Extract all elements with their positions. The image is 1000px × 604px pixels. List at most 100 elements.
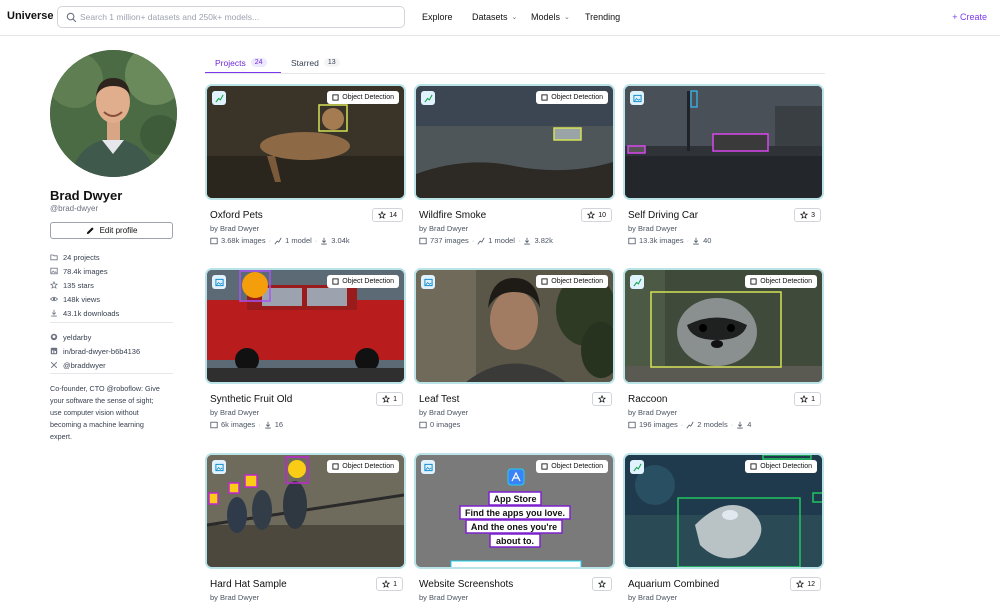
project-author: by Brad Dwyer: [628, 408, 678, 417]
project-thumbnail[interactable]: Object Detection: [623, 268, 824, 384]
bounding-box-icon: [750, 463, 757, 470]
plus-icon: +: [952, 12, 958, 22]
separator-dot: ·: [258, 420, 261, 429]
project-model-count: 1 model: [285, 236, 312, 245]
task-badge-label: Object Detection: [551, 463, 603, 470]
nav-trending-label: Trending: [585, 12, 621, 22]
image-icon: [210, 237, 218, 244]
nav-datasets[interactable]: Datasets ⌄: [472, 12, 517, 22]
star-button[interactable]: 1: [376, 392, 403, 406]
thumb-text: And the ones you're: [471, 522, 557, 532]
project-title[interactable]: Aquarium Combined: [628, 579, 719, 590]
stat-views-text: 148k views: [63, 294, 101, 304]
image-icon: [212, 460, 226, 474]
image-icon: [50, 267, 58, 275]
social-x[interactable]: @braddwyer: [50, 358, 140, 372]
edit-profile-button[interactable]: Edit profile: [50, 222, 173, 239]
project-meta: 737 images · 1 model · 3.82k: [419, 236, 553, 245]
project-title[interactable]: Self Driving Car: [628, 210, 698, 221]
tab-starred[interactable]: Starred 13: [291, 52, 340, 73]
project-thumbnail[interactable]: Object Detection: [414, 84, 615, 200]
nav-trending[interactable]: Trending: [585, 12, 620, 22]
project-author: by Brad Dwyer: [628, 593, 678, 602]
tab-projects[interactable]: Projects 24: [215, 52, 267, 73]
model-icon: [686, 421, 694, 428]
star-button[interactable]: 1: [794, 392, 821, 406]
bounding-box-icon: [332, 463, 339, 470]
project-thumbnail[interactable]: [623, 84, 824, 200]
stat-views: 148k views: [50, 292, 119, 306]
tabs-divider: [205, 73, 825, 74]
bounding-box-icon: [332, 94, 339, 101]
project-thumbnail[interactable]: Object Detection: [623, 453, 824, 569]
model-icon: [421, 91, 435, 105]
star-button[interactable]: 1: [376, 577, 403, 591]
task-badge: Object Detection: [745, 275, 817, 288]
social-x-text: @braddwyer: [63, 360, 106, 370]
star-count: 10: [598, 211, 606, 219]
nav-explore[interactable]: Explore: [422, 12, 453, 22]
tab-starred-label: Starred: [291, 57, 319, 68]
star-button[interactable]: [592, 577, 612, 591]
stat-projects: 24 projects: [50, 250, 119, 264]
nav-models[interactable]: Models ⌄: [531, 12, 570, 22]
project-title[interactable]: Synthetic Fruit Old: [210, 394, 292, 405]
chevron-down-icon: ⌄: [511, 14, 518, 21]
stat-stars-text: 135 stars: [63, 280, 94, 290]
project-title[interactable]: Wildfire Smoke: [419, 210, 486, 221]
project-image-count: 6k images: [221, 420, 256, 429]
eye-icon: [50, 296, 58, 302]
download-icon: [737, 421, 744, 428]
star-count: 1: [393, 395, 397, 403]
project-model-count: 2 models: [697, 420, 728, 429]
star-button[interactable]: 10: [581, 208, 612, 222]
profile-socials: yeldarby in/brad-dwyer-b6b4136 @braddwye…: [50, 330, 140, 372]
image-icon: [210, 421, 218, 428]
social-github[interactable]: yeldarby: [50, 330, 140, 344]
folder-icon: [50, 254, 58, 261]
nav-datasets-label: Datasets: [472, 12, 508, 22]
task-badge-label: Object Detection: [342, 94, 394, 101]
project-title[interactable]: Website Screenshots: [419, 579, 513, 590]
project-title[interactable]: Oxford Pets: [210, 210, 263, 221]
project-thumbnail[interactable]: Object Detection: [205, 268, 406, 384]
nav-models-label: Models: [531, 12, 561, 22]
project-thumbnail[interactable]: Object Detection: [205, 453, 406, 569]
project-thumbnail[interactable]: Object Detection: [205, 84, 406, 200]
search-box[interactable]: [57, 6, 405, 28]
star-button[interactable]: [592, 392, 612, 406]
project-thumbnail[interactable]: Object Detection: [414, 268, 615, 384]
social-linkedin[interactable]: in/brad-dwyer-b6b4136: [50, 344, 140, 358]
tab-projects-count: 24: [250, 58, 267, 67]
project-title[interactable]: Leaf Test: [419, 394, 459, 405]
separator-dot: ·: [730, 420, 734, 429]
universe-logo[interactable]: Universe: [7, 10, 53, 22]
task-badge-label: Object Detection: [342, 278, 394, 285]
task-badge: Object Detection: [745, 460, 817, 473]
star-button[interactable]: 12: [790, 577, 821, 591]
task-badge: Object Detection: [536, 275, 608, 288]
stat-stars: 135 stars: [50, 278, 119, 292]
star-button[interactable]: 3: [794, 208, 821, 222]
task-badge: Object Detection: [536, 91, 608, 104]
task-badge: Object Detection: [327, 91, 399, 104]
top-header: Universe Explore Datasets⌄ Models⌄ Trend…: [0, 0, 1000, 36]
project-thumbnail[interactable]: App Store Find the apps you love. And th…: [414, 453, 615, 569]
project-author: by Brad Dwyer: [210, 408, 260, 417]
project-title[interactable]: Hard Hat Sample: [210, 579, 287, 590]
star-count: 12: [807, 580, 815, 588]
thumb-text: about to.: [496, 536, 534, 546]
create-button[interactable]: + Create: [952, 12, 987, 22]
star-button[interactable]: 14: [372, 208, 403, 222]
project-title[interactable]: Raccoon: [628, 394, 667, 405]
project-meta: 13.3k images · 40: [628, 236, 711, 245]
profile-name: Brad Dwyer: [50, 188, 123, 203]
project-author: by Brad Dwyer: [628, 224, 678, 233]
bounding-box-icon: [541, 278, 548, 285]
create-label: Create: [959, 12, 987, 22]
download-icon: [321, 237, 328, 244]
project-author: by Brad Dwyer: [419, 408, 469, 417]
separator-dot: ·: [471, 236, 475, 245]
search-input[interactable]: [80, 7, 400, 27]
project-author: by Brad Dwyer: [210, 593, 260, 602]
